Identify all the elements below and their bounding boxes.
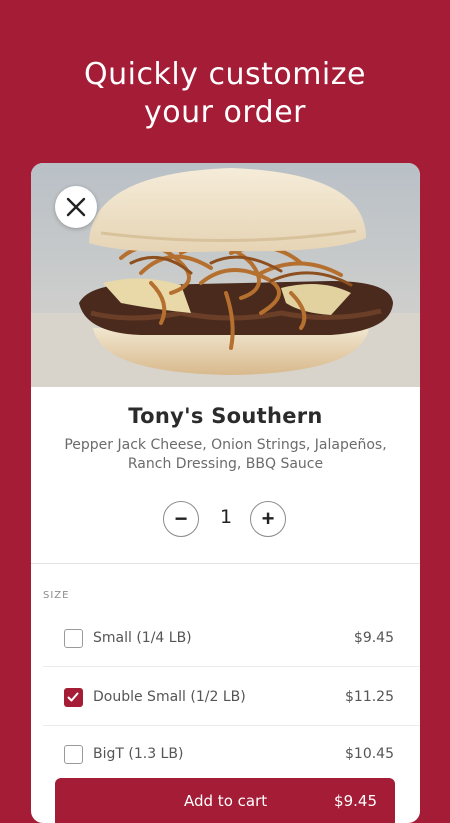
headline-line-2: your order bbox=[144, 95, 306, 130]
product-description: Pepper Jack Cheese, Onion Strings, Jalap… bbox=[64, 437, 387, 472]
option-label: Double Small (1/2 LB) bbox=[93, 689, 246, 705]
row-divider bbox=[43, 725, 420, 726]
option-price: $11.25 bbox=[345, 689, 394, 705]
section-divider bbox=[31, 563, 420, 564]
close-icon bbox=[66, 197, 86, 217]
increase-quantity-button[interactable]: + bbox=[250, 501, 286, 537]
headline: Quickly customize your order bbox=[0, 56, 450, 132]
size-section-label: SIZE bbox=[43, 590, 70, 601]
quantity-value: 1 bbox=[219, 506, 233, 528]
checkbox[interactable] bbox=[64, 629, 83, 648]
add-to-cart-button[interactable]: Add to cart $9.45 bbox=[55, 778, 395, 823]
checkmark-icon bbox=[67, 692, 79, 702]
option-label: Small (1/4 LB) bbox=[93, 630, 192, 646]
headline-line-1: Quickly customize bbox=[84, 57, 366, 92]
decrease-quantity-button[interactable]: − bbox=[163, 501, 199, 537]
checkbox[interactable] bbox=[64, 745, 83, 764]
size-option-small[interactable]: Small (1/4 LB) $9.45 bbox=[31, 629, 420, 687]
product-card: Tony's Southern Pepper Jack Cheese, Onio… bbox=[31, 163, 420, 823]
option-price: $9.45 bbox=[353, 630, 394, 646]
row-divider bbox=[43, 666, 420, 667]
size-option-double-small[interactable]: Double Small (1/2 LB) $11.25 bbox=[31, 688, 420, 746]
checkbox-checked[interactable] bbox=[64, 688, 83, 707]
option-label: BigT (1.3 LB) bbox=[93, 746, 184, 762]
product-title: Tony's Southern bbox=[128, 404, 323, 428]
option-price: $10.45 bbox=[345, 746, 394, 762]
close-button[interactable] bbox=[55, 186, 97, 228]
product-image bbox=[31, 163, 420, 387]
cart-price: $9.45 bbox=[334, 792, 377, 810]
add-to-cart-label: Add to cart bbox=[184, 792, 268, 810]
